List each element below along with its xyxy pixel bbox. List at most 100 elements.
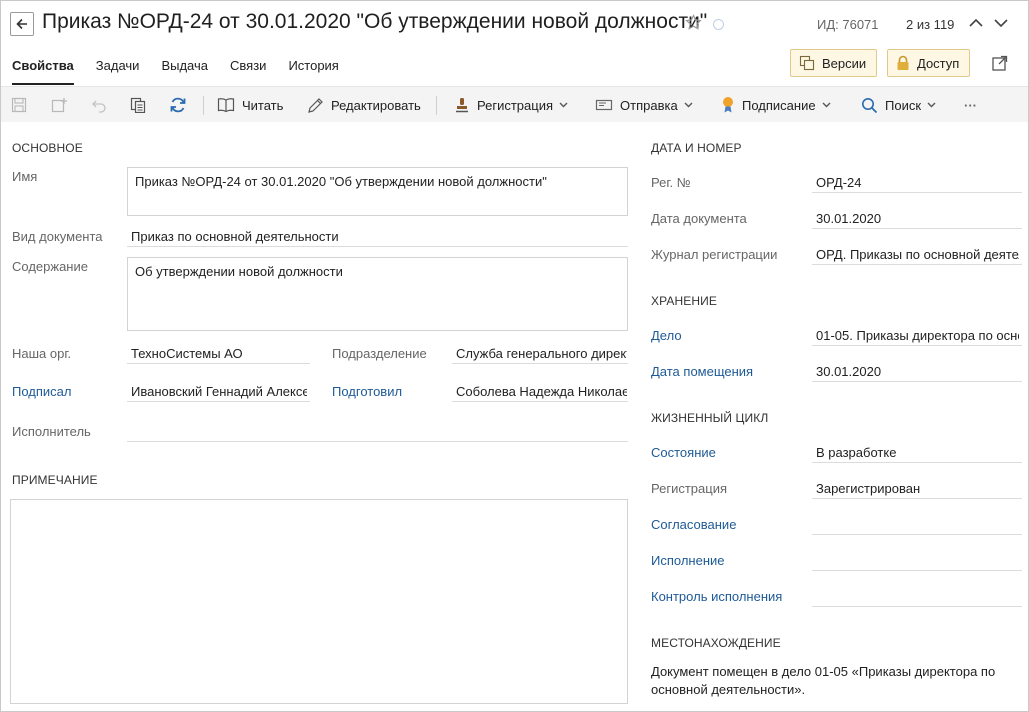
undo-button[interactable] bbox=[91, 87, 107, 123]
chevron-down-icon[interactable] bbox=[992, 14, 1010, 32]
placement-date-field[interactable]: 30.01.2020 bbox=[816, 364, 1019, 379]
prepared-field[interactable]: Соболева Надежда Николаевна bbox=[456, 384, 627, 399]
control-link[interactable]: Контроль исполнения bbox=[651, 589, 782, 604]
field-underline bbox=[127, 441, 628, 442]
case-link[interactable]: Дело bbox=[651, 328, 682, 343]
content-field[interactable]: Об утверждении новой должности bbox=[127, 257, 628, 331]
toolbar: Читать Редактировать Регистрация Отправк… bbox=[1, 86, 1028, 122]
executor-label: Исполнитель bbox=[12, 424, 91, 439]
section-storage-title: ХРАНЕНИЕ bbox=[651, 294, 717, 308]
tab-properties[interactable]: Свойства bbox=[1, 57, 85, 85]
read-button[interactable]: Читать bbox=[217, 87, 283, 123]
reg-no-label: Рег. № bbox=[651, 175, 691, 190]
save-and-close-button[interactable] bbox=[51, 87, 69, 123]
refresh-icon bbox=[170, 97, 186, 113]
location-text: Документ помещен в дело 01-05 «Приказы д… bbox=[651, 664, 996, 697]
state-field[interactable]: В разработке bbox=[816, 445, 1019, 460]
chevron-down-icon bbox=[559, 102, 568, 108]
doc-kind-field[interactable]: Приказ по основной деятельности bbox=[131, 229, 626, 244]
field-underline bbox=[812, 570, 1022, 571]
signing-menu[interactable]: Подписание bbox=[721, 87, 831, 123]
section-location-title: МЕСТОНАХОЖДЕНИЕ bbox=[651, 636, 781, 650]
signed-field[interactable]: Ивановский Геннадий Алексеевич bbox=[131, 384, 307, 399]
tab-bar: Свойства Задачи Выдача Связи История bbox=[1, 57, 350, 85]
tab-links[interactable]: Связи bbox=[219, 57, 277, 85]
tab-history[interactable]: История bbox=[277, 57, 349, 85]
save-icon bbox=[11, 97, 27, 113]
journal-field[interactable]: ОРД. Приказы по основной деятельности bbox=[816, 247, 1019, 262]
toolbar-separator bbox=[203, 96, 204, 115]
tab-issuance[interactable]: Выдача bbox=[150, 57, 219, 85]
journal-label: Журнал регистрации bbox=[651, 247, 778, 262]
versions-button[interactable]: Версии bbox=[790, 49, 878, 77]
section-main-title: ОСНОВНОЕ bbox=[12, 141, 83, 155]
star-icon[interactable] bbox=[685, 14, 702, 31]
more-button[interactable]: ··· bbox=[964, 87, 977, 123]
department-label: Подразделение bbox=[332, 346, 427, 361]
doc-date-label: Дата документа bbox=[651, 211, 747, 226]
search-label: Поиск bbox=[885, 97, 922, 113]
book-icon bbox=[217, 98, 235, 113]
field-underline bbox=[127, 246, 628, 247]
note-field[interactable] bbox=[10, 499, 628, 704]
versions-label: Версии bbox=[822, 55, 867, 71]
registration-menu[interactable]: Регистрация bbox=[454, 87, 568, 123]
approval-link[interactable]: Согласование bbox=[651, 517, 736, 532]
state-link[interactable]: Состояние bbox=[651, 445, 716, 460]
arrow-left-icon bbox=[16, 18, 27, 30]
section-note-title: ПРИМЕЧАНИЕ bbox=[12, 473, 98, 487]
field-underline bbox=[127, 363, 310, 364]
name-field[interactable]: Приказ №ОРД-24 от 30.01.2020 "Об утвержд… bbox=[127, 167, 628, 216]
edit-button[interactable]: Редактировать bbox=[307, 87, 421, 123]
search-menu[interactable]: Поиск bbox=[861, 87, 936, 123]
document-card: Приказ №ОРД-24 от 30.01.2020 "Об утвержд… bbox=[0, 0, 1029, 712]
field-underline bbox=[812, 381, 1022, 382]
doc-date-field[interactable]: 30.01.2020 bbox=[816, 211, 1019, 226]
copy-button[interactable] bbox=[130, 87, 146, 123]
our-org-label: Наша орг. bbox=[12, 346, 72, 361]
our-org-field[interactable]: ТехноСистемы АО bbox=[131, 346, 309, 361]
back-button[interactable] bbox=[10, 12, 34, 36]
execution-link[interactable]: Исполнение bbox=[651, 553, 725, 568]
envelope-icon bbox=[595, 99, 613, 111]
signed-link[interactable]: Подписал bbox=[12, 384, 72, 399]
field-underline bbox=[812, 462, 1022, 463]
page-title: Приказ №ОРД-24 от 30.01.2020 "Об утвержд… bbox=[42, 10, 708, 33]
name-label: Имя bbox=[12, 169, 38, 184]
case-field[interactable]: 01-05. Приказы директора по основной дея… bbox=[816, 328, 1019, 343]
save-button[interactable] bbox=[11, 87, 27, 123]
lock-icon bbox=[897, 55, 909, 70]
department-field[interactable]: Служба генерального директора bbox=[456, 346, 627, 361]
chevron-down-icon bbox=[684, 102, 693, 108]
sending-menu[interactable]: Отправка bbox=[595, 87, 693, 123]
chevron-down-icon bbox=[822, 102, 831, 108]
reg-no-field[interactable]: ОРД-24 bbox=[816, 175, 1019, 190]
placement-date-link[interactable]: Дата помещения bbox=[651, 364, 753, 379]
field-underline bbox=[812, 534, 1022, 535]
refresh-button[interactable] bbox=[169, 87, 187, 123]
chevron-up-icon[interactable] bbox=[967, 14, 985, 32]
section-date-number-title: ДАТА И НОМЕР bbox=[651, 141, 742, 155]
status-circle-icon bbox=[713, 19, 724, 30]
field-underline bbox=[127, 401, 310, 402]
field-underline bbox=[812, 345, 1022, 346]
access-button[interactable]: Доступ bbox=[887, 49, 971, 77]
field-underline bbox=[812, 606, 1022, 607]
document-id: ИД: 76071 bbox=[817, 17, 879, 32]
versions-icon bbox=[799, 55, 815, 71]
tab-tasks[interactable]: Задачи bbox=[85, 57, 151, 85]
open-external-icon[interactable] bbox=[991, 54, 1009, 72]
doc-kind-label: Вид документа bbox=[12, 229, 103, 244]
chevron-down-icon bbox=[927, 102, 936, 108]
access-label: Доступ bbox=[917, 55, 960, 71]
field-underline bbox=[812, 192, 1022, 193]
save-plus-icon bbox=[51, 98, 67, 113]
section-lifecycle-title: ЖИЗНЕННЫЙ ЦИКЛ bbox=[651, 411, 769, 425]
registration-state-field[interactable]: Зарегистрирован bbox=[816, 481, 1019, 496]
field-underline bbox=[452, 401, 628, 402]
sending-label: Отправка bbox=[620, 97, 678, 113]
record-counter: 2 из 119 bbox=[906, 17, 955, 32]
registration-label: Регистрация bbox=[477, 97, 553, 113]
seal-icon bbox=[723, 97, 733, 113]
prepared-link[interactable]: Подготовил bbox=[332, 384, 402, 399]
